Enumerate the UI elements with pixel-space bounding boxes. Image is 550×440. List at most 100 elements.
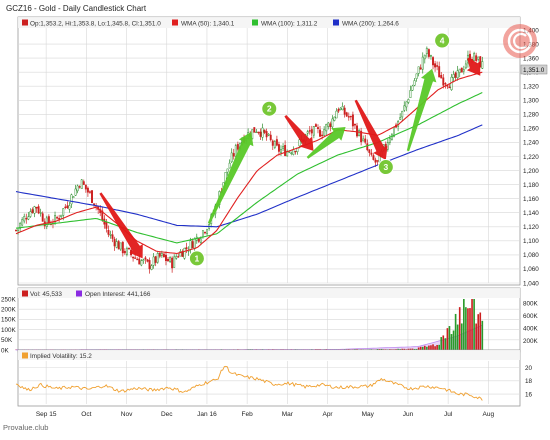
candle-body — [254, 127, 255, 132]
candle-body — [58, 218, 59, 219]
candle-body — [346, 113, 347, 116]
candle-body — [134, 258, 135, 259]
candle-body — [79, 186, 80, 187]
candle-body — [30, 212, 31, 217]
volume-bar — [449, 326, 451, 350]
candle-body — [332, 119, 333, 127]
candle-body — [317, 127, 318, 128]
gold-candlestick-chart: GCZ16 - Gold - Daily Candlestick Chart 1… — [0, 0, 550, 435]
chart-canvas: GCZ16 - Gold - Daily Candlestick Chart 1… — [0, 0, 550, 435]
candle-body — [21, 220, 22, 226]
candle-body — [278, 144, 279, 151]
price-tick-label: 1,080 — [523, 252, 539, 259]
candle-body — [167, 259, 168, 261]
candle-body — [163, 254, 164, 257]
candle-body — [389, 138, 390, 142]
candle-body — [266, 131, 267, 137]
volume-bar — [424, 346, 426, 350]
candle-body — [60, 215, 61, 217]
candle-body — [81, 180, 82, 189]
volume-bar — [455, 314, 457, 350]
candle-body — [477, 57, 478, 59]
volume-bar — [440, 337, 442, 350]
price-tick-label: 1,320 — [523, 84, 539, 91]
candle-body — [28, 217, 29, 219]
date-tick-label: Mar — [282, 411, 294, 418]
ohlc-legend-swatch — [22, 20, 28, 26]
candle-body — [274, 142, 275, 148]
candle-body — [38, 207, 39, 213]
volume-bar — [432, 344, 434, 350]
candle-body — [233, 153, 234, 156]
candle-body — [264, 130, 265, 133]
volume-tick-label: 0K — [1, 347, 10, 354]
price-tick-label: 1,260 — [523, 126, 539, 133]
candle-body — [463, 70, 464, 72]
wave-marker-label: 1 — [195, 253, 200, 263]
candle-body — [24, 216, 25, 221]
candle-body — [237, 144, 238, 149]
candle-body — [231, 153, 232, 162]
date-tick-label: Dec — [161, 411, 173, 418]
candle-body — [63, 209, 64, 216]
wma100-legend: WMA (100): 1,311.2 — [261, 21, 318, 28]
candle-body — [432, 57, 433, 65]
watermark-logo — [503, 24, 537, 58]
volume-tick-label: 250K — [1, 296, 17, 303]
date-tick-label: Aug — [483, 411, 495, 418]
candle-body — [89, 192, 90, 193]
candle-body — [422, 57, 423, 69]
candle-body — [153, 257, 154, 265]
candle-body — [192, 242, 193, 248]
candle-body — [67, 206, 68, 208]
candle-body — [371, 153, 372, 154]
candle-body — [362, 139, 363, 141]
candle-body — [120, 243, 121, 249]
candle-body — [256, 132, 257, 133]
candle-body — [147, 260, 148, 262]
candle-body — [87, 188, 88, 192]
candle-body — [36, 207, 37, 208]
candle-body — [42, 214, 43, 222]
candle-body — [260, 132, 261, 137]
price-panel — [18, 17, 520, 285]
candle-body — [373, 155, 374, 159]
candle-body — [430, 55, 431, 56]
candle-body — [342, 106, 343, 110]
open-interest-tick-label: 200K — [523, 338, 539, 345]
candle-body — [128, 248, 129, 249]
volume-tick-label: 150K — [1, 317, 17, 324]
candle-body — [482, 62, 483, 69]
candle-body — [159, 253, 160, 256]
wma50-legend-swatch — [172, 20, 178, 26]
candle-body — [184, 248, 185, 258]
volume-bar — [445, 338, 447, 350]
wave-marker-label: 4 — [440, 36, 445, 46]
candle-body — [165, 255, 166, 261]
volatility-tick-label: 18 — [525, 378, 533, 385]
candle-body — [139, 259, 140, 264]
candle-body — [143, 260, 144, 261]
price-tick-label: 1,100 — [523, 238, 539, 245]
candle-body — [459, 69, 460, 73]
volume-bar — [447, 328, 449, 350]
volume-bar — [469, 308, 471, 350]
date-tick-label: Jul — [444, 411, 453, 418]
candle-body — [176, 256, 177, 258]
candle-body — [126, 248, 127, 254]
candle-body — [336, 111, 337, 118]
candle-body — [282, 147, 283, 149]
candle-body — [338, 109, 339, 111]
candle-body — [428, 49, 429, 56]
candle-body — [200, 239, 201, 243]
candle-body — [178, 256, 179, 257]
date-tick-label: Nov — [121, 411, 133, 418]
candle-body — [414, 81, 415, 86]
candle-body — [202, 231, 203, 237]
volume-bar — [479, 313, 481, 350]
wave-marker-label: 2 — [267, 104, 272, 114]
candle-body — [71, 195, 72, 204]
candle-body — [453, 74, 454, 77]
candle-body — [112, 235, 113, 239]
candle-body — [412, 86, 413, 90]
